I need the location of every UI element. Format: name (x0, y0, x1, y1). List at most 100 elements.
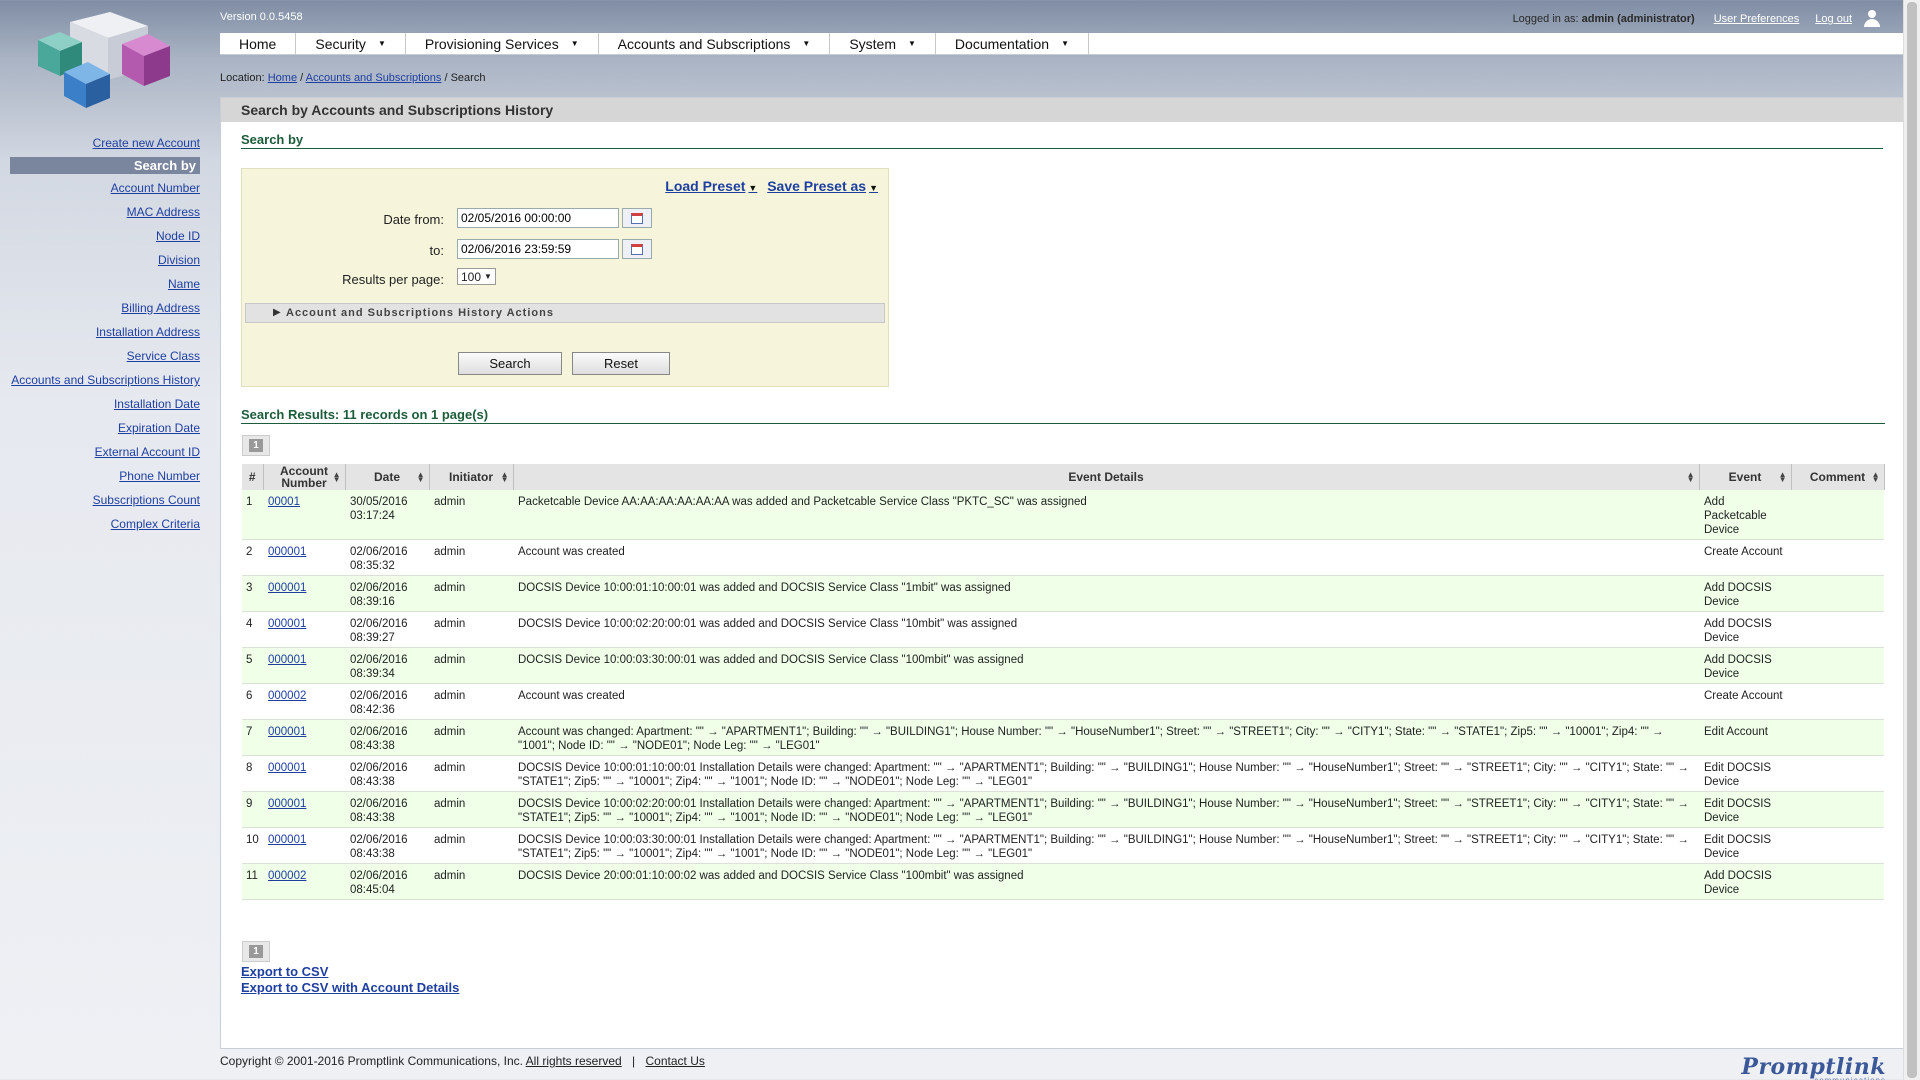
user-icon (1862, 10, 1882, 28)
sidebar-item-billing-address[interactable]: Billing Address (0, 298, 200, 322)
account-number-link[interactable]: 000001 (268, 546, 306, 558)
history-actions-toggle[interactable]: ▶ Account and Subscriptions History Acti… (245, 303, 885, 323)
nav-provisioning-services[interactable]: Provisioning Services ▼ (406, 33, 599, 54)
sidebar-item-external-account-id[interactable]: External Account ID (0, 442, 200, 466)
row-account-cell: 000001 (263, 755, 345, 792)
row-date: 02/06/2016 (350, 618, 408, 630)
row-initiator: admin (429, 611, 513, 648)
page-link-1[interactable]: 1 (249, 945, 263, 958)
load-preset-link[interactable]: Load Preset ▼ (665, 178, 757, 194)
nav-documentation[interactable]: Documentation ▼ (936, 33, 1090, 54)
row-date: 02/06/2016 (350, 762, 408, 774)
save-preset-link[interactable]: Save Preset as ▼ (767, 178, 878, 194)
account-number-link[interactable]: 000001 (268, 762, 306, 774)
results-per-page-select[interactable]: 100 ▼ (457, 268, 496, 285)
sidebar-item-phone-number[interactable]: Phone Number (0, 466, 200, 490)
col-comment[interactable]: Comment ▲ ▼ (1791, 464, 1885, 490)
export-links: Export to CSV Export to CSV with Account… (241, 964, 459, 996)
col-initiator[interactable]: Initiator ▲ ▼ (429, 464, 514, 490)
row-initiator: admin (429, 683, 513, 720)
table-row: 10 000001 02/06/2016 08:43:38 admin DOCSIS De… (242, 827, 1884, 864)
pager-bottom: 1 (242, 941, 270, 962)
breadcrumb-home[interactable]: Home (268, 72, 297, 84)
sort-icon: ▲ ▼ (1686, 470, 1695, 484)
account-number-link[interactable]: 000001 (268, 618, 306, 630)
account-number-link[interactable]: 000001 (268, 834, 306, 846)
calendar-icon (631, 243, 643, 255)
sidebar-item-name[interactable]: Name (0, 274, 200, 298)
account-number-link[interactable]: 000001 (268, 582, 306, 594)
sidebar-item-history[interactable]: Accounts and Subscriptions History (0, 370, 200, 394)
account-number-link[interactable]: 000001 (268, 654, 306, 666)
row-account-cell: 000001 (263, 575, 345, 612)
sidebar-create-account[interactable]: Create new Account (0, 133, 200, 157)
nav-home[interactable]: Home (220, 33, 297, 54)
sort-icon: ▲ ▼ (1871, 470, 1880, 484)
row-account-cell: 000001 (263, 611, 345, 648)
sidebar-item-installation-date[interactable]: Installation Date (0, 394, 200, 418)
scrollbar-thumb[interactable] (1907, 2, 1917, 1078)
col-event[interactable]: Event ▲ ▼ (1699, 464, 1792, 490)
page-scrollbar[interactable] (1903, 0, 1920, 1080)
contact-us-link[interactable]: Contact Us (646, 1054, 705, 1068)
row-initiator: admin (429, 647, 513, 684)
row-initiator: admin (429, 490, 513, 540)
sidebar-item-subscriptions-count[interactable]: Subscriptions Count (0, 490, 200, 514)
date-from-input[interactable] (457, 208, 619, 228)
row-date: 02/06/2016 (350, 726, 408, 738)
export-csv-link[interactable]: Export to CSV (241, 964, 459, 980)
results-per-page-row: Results per page: 100 ▼ (242, 268, 888, 288)
row-number: 6 (242, 683, 263, 720)
chevron-down-icon: ▼ (570, 39, 579, 48)
sidebar-item-division[interactable]: Division (0, 250, 200, 274)
export-csv-details-link[interactable]: Export to CSV with Account Details (241, 980, 459, 996)
page-link-1[interactable]: 1 (249, 439, 263, 452)
nav-security[interactable]: Security ▼ (296, 33, 406, 54)
row-initiator: admin (429, 791, 513, 828)
row-event-details: Packetcable Device AA:AA:AA:AA:AA:AA was… (513, 490, 1699, 540)
sidebar-item-installation-address[interactable]: Installation Address (0, 322, 200, 346)
nav-system[interactable]: System ▼ (830, 33, 936, 54)
logged-in-label: Logged in as: (1512, 13, 1579, 25)
sidebar-item-expiration-date[interactable]: Expiration Date (0, 418, 200, 442)
search-button[interactable]: Search (458, 352, 562, 375)
account-number-link[interactable]: 000001 (268, 726, 306, 738)
sidebar-item-account-number[interactable]: Account Number (0, 178, 200, 202)
date-to-calendar-button[interactable] (622, 239, 652, 259)
col-account-number[interactable]: Account Number ▲ ▼ (263, 464, 346, 490)
row-comment (1791, 863, 1884, 900)
nav-accounts-subscriptions[interactable]: Accounts and Subscriptions ▼ (599, 33, 831, 54)
col-date[interactable]: Date ▲ ▼ (345, 464, 430, 490)
user-preferences-link[interactable]: User Preferences (1714, 13, 1800, 25)
breadcrumb-accounts[interactable]: Accounts and Subscriptions (306, 72, 442, 84)
row-event: Add Packetcable Device (1699, 490, 1791, 540)
account-number-link[interactable]: 000002 (268, 870, 306, 882)
row-time: 08:42:36 (350, 704, 395, 716)
chevron-down-icon: ▼ (869, 183, 878, 193)
reset-button[interactable]: Reset (572, 352, 670, 375)
sidebar-item-mac-address[interactable]: MAC Address (0, 202, 200, 226)
row-date-cell: 02/06/2016 08:43:38 (345, 719, 429, 756)
row-time: 03:17:24 (350, 510, 395, 522)
triangle-right-icon: ▶ (273, 307, 282, 318)
results-header-row: # Account Number ▲ ▼ Date ▲ ▼ Initiator ▲ ▼ Eve… (242, 464, 1885, 490)
breadcrumb: Location: Home / Accounts and Subscripti… (220, 72, 486, 84)
sort-icon: ▲ ▼ (1778, 470, 1787, 484)
row-event: Create Account (1699, 683, 1791, 720)
sidebar-item-complex-criteria[interactable]: Complex Criteria (0, 514, 200, 538)
account-number-link[interactable]: 000002 (268, 690, 306, 702)
row-event: Add DOCSIS Device (1699, 575, 1791, 612)
row-event: Add DOCSIS Device (1699, 611, 1791, 648)
row-comment (1791, 611, 1884, 648)
logout-link[interactable]: Log out (1815, 13, 1852, 25)
all-rights-link[interactable]: All rights reserved (526, 1054, 622, 1068)
sidebar-item-service-class[interactable]: Service Class (0, 346, 200, 370)
row-event-details: Account was created (513, 539, 1699, 576)
row-number: 8 (242, 755, 263, 792)
date-from-calendar-button[interactable] (622, 208, 652, 228)
col-event-details[interactable]: Event Details ▲ ▼ (513, 464, 1700, 490)
date-to-input[interactable] (457, 239, 619, 259)
account-number-link[interactable]: 00001 (268, 496, 300, 508)
account-number-link[interactable]: 000001 (268, 798, 306, 810)
sidebar-item-node-id[interactable]: Node ID (0, 226, 200, 250)
